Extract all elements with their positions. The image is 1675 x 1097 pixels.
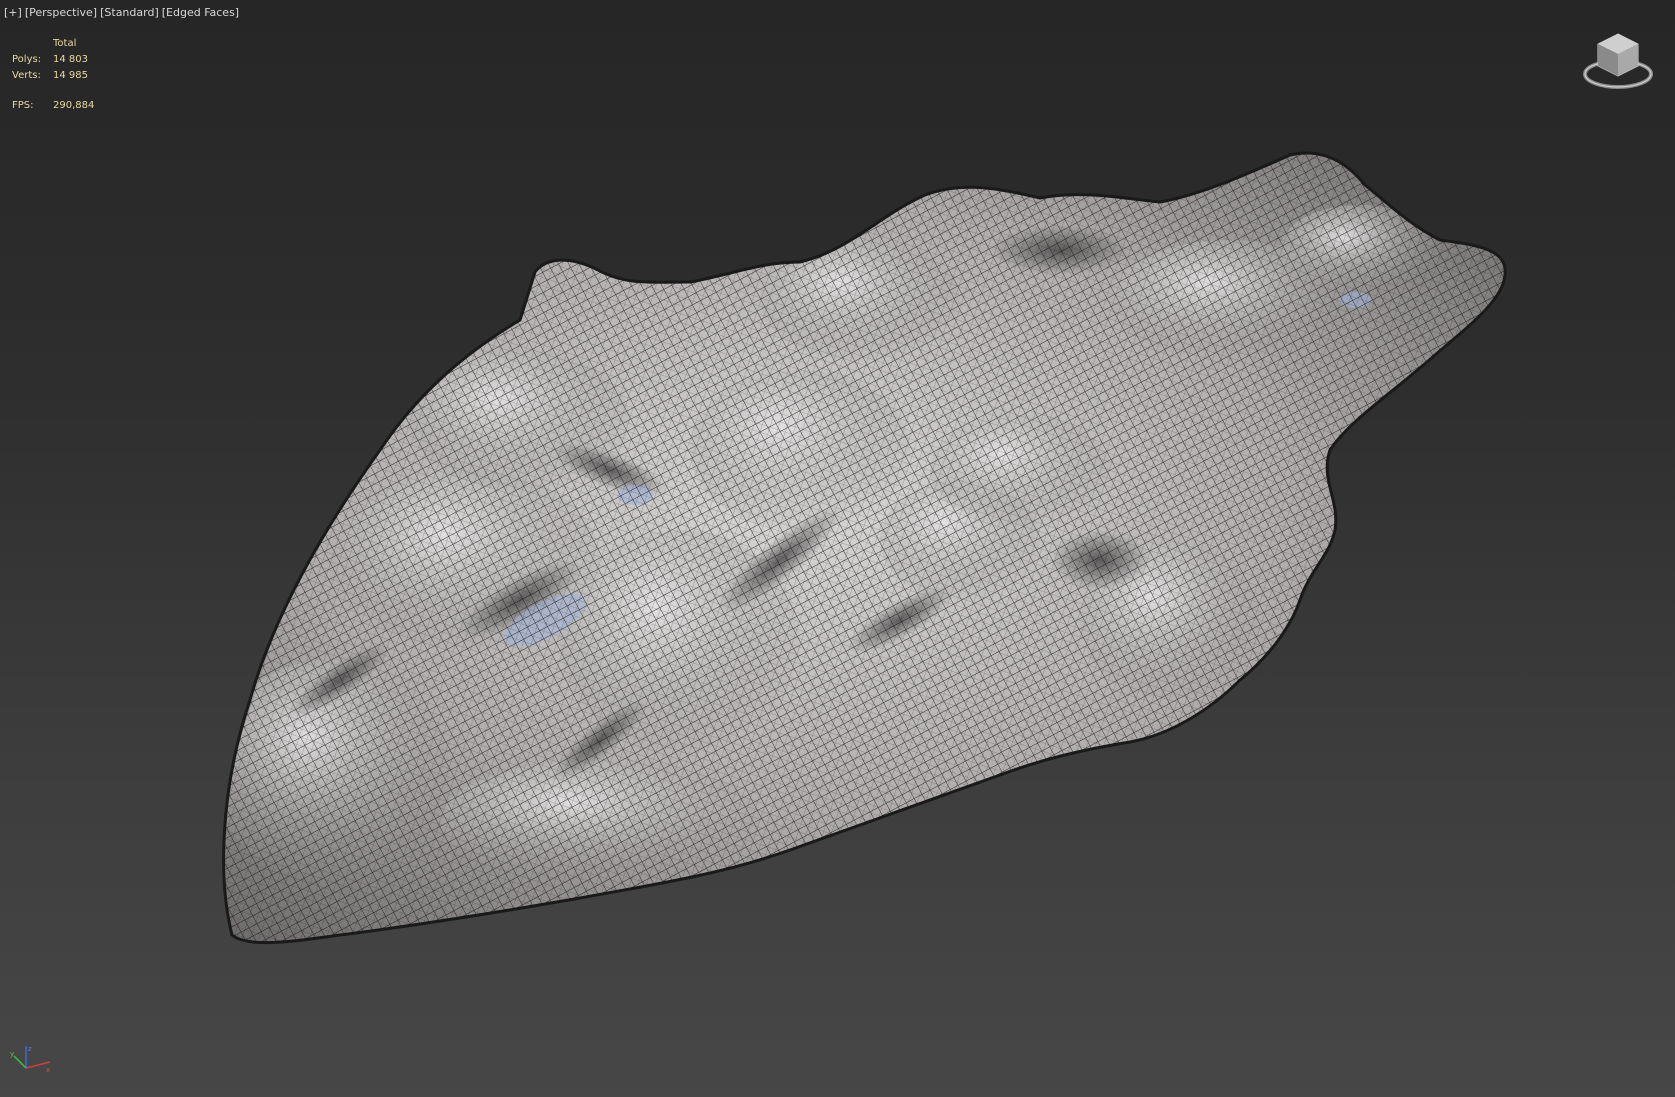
svg-text:x: x — [46, 1066, 50, 1074]
perspective-viewport[interactable]: [+] [Perspective] [Standard] [Edged Face… — [0, 0, 1675, 1097]
viewcube-icon[interactable] — [1580, 28, 1656, 98]
axis-tripod-icon: z y x — [10, 1045, 51, 1074]
svg-text:y: y — [10, 1050, 14, 1058]
svg-text:z: z — [28, 1045, 32, 1053]
rock-mesh-object[interactable] — [0, 0, 1675, 1097]
rock-surface-detail — [223, 153, 1506, 943]
